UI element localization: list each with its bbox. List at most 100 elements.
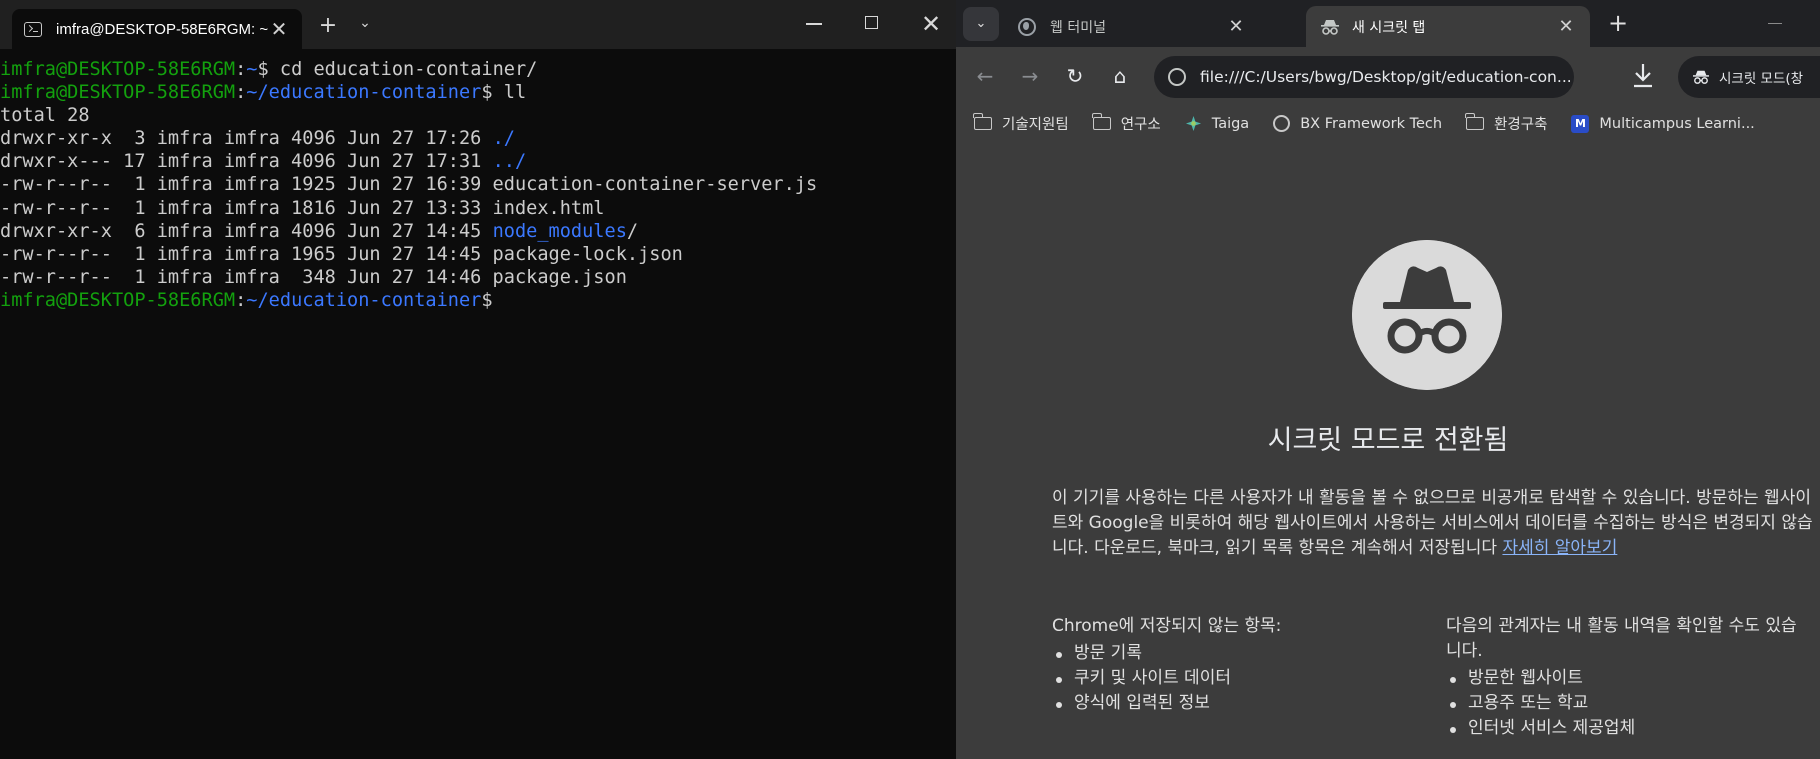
terminal-text: imfra@DESKTOP-58E6RGM <box>0 59 236 80</box>
terminal-line: imfra@DESKTOP-58E6RGM:~/education-contai… <box>0 81 956 104</box>
bookmark-label: 환경구축 <box>1494 117 1548 133</box>
not-saved-list: 방문 기록 쿠키 및 사이트 데이터 양식에 입력된 정보 <box>1052 641 1412 716</box>
minimize-button[interactable] <box>1768 23 1782 24</box>
incognito-icon <box>1352 240 1502 390</box>
new-tab-button[interactable]: + <box>316 13 340 38</box>
bookmark-label: Multicampus Learni... <box>1599 115 1755 132</box>
bookmark-research-lab[interactable]: 연구소 <box>1091 113 1161 134</box>
bookmark-bx-framework[interactable]: BX Framework Tech <box>1273 115 1442 132</box>
back-button[interactable]: ← <box>972 63 998 89</box>
terminal-text: : <box>235 59 247 80</box>
terminal-line: total 28 <box>0 104 956 127</box>
bookmark-multicampus[interactable]: M Multicampus Learni... <box>1571 114 1755 133</box>
download-icon[interactable] <box>1630 61 1656 91</box>
terminal-text: node_modules <box>492 220 627 242</box>
tab-title: 웹 터미널 <box>1050 19 1106 36</box>
terminal-text: -rw-r--r-- 1 imfra imfra 1965 Jun 27 14:… <box>0 243 683 265</box>
terminal-text: ~/education-container <box>246 289 482 311</box>
learn-more-link[interactable]: 자세히 알아보기 <box>1502 538 1617 558</box>
minimize-button[interactable] <box>806 23 822 25</box>
list-item: 인터넷 서비스 제공업체 <box>1446 716 1812 741</box>
terminal-text: $ ll <box>481 82 527 104</box>
list-item: 고용주 또는 학교 <box>1446 691 1812 716</box>
bookmark-env-setup[interactable]: 환경구축 <box>1465 113 1548 134</box>
bookmark-taiga[interactable]: Taiga <box>1185 115 1249 132</box>
list-item: 쿠키 및 사이트 데이터 <box>1052 666 1412 691</box>
terminal-text: : <box>235 289 247 311</box>
terminal-icon <box>24 21 42 37</box>
close-tab-icon[interactable]: ✕ <box>268 19 290 39</box>
terminal-line: -rw-r--r-- 1 imfra imfra 1925 Jun 27 16:… <box>0 173 956 196</box>
list-item: 양식에 입력된 정보 <box>1052 691 1412 716</box>
folder-icon <box>973 113 992 130</box>
terminal-tab-title: imfra@DESKTOP-58E6RGM: ~ <box>56 20 268 38</box>
terminal-line: -rw-r--r-- 1 imfra imfra 348 Jun 27 14:4… <box>0 266 956 289</box>
tab-title: 새 시크릿 탭 <box>1352 19 1426 36</box>
description-text: 이 기기를 사용하는 다른 사용자가 내 활동을 볼 수 없으므로 비공개로 탐… <box>1052 488 1813 558</box>
terminal-line: drwxr-xr-x 6 imfra imfra 4096 Jun 27 14:… <box>0 220 956 243</box>
address-bar[interactable]: file:///C:/Users/bwg/Desktop/git/educati… <box>1154 56 1574 98</box>
terminal-line: -rw-r--r-- 1 imfra imfra 1965 Jun 27 14:… <box>0 243 956 266</box>
terminal-text: ~ <box>246 59 258 80</box>
bookmark-label: 기술지원팀 <box>1002 117 1069 133</box>
terminal-tab[interactable]: imfra@DESKTOP-58E6RGM: ~ ✕ <box>12 9 302 49</box>
terminal-text: ~/education-container <box>246 82 482 104</box>
tab-search-button[interactable]: ⌄ <box>963 7 999 41</box>
page-title: 시크릿 모드로 전환됨 <box>1267 425 1509 456</box>
home-button[interactable]: ⌂ <box>1107 63 1133 89</box>
terminal-text: : <box>235 82 247 104</box>
terminal-text: total 28 <box>0 105 90 127</box>
incognito-indicator[interactable]: 시크릿 모드(창 <box>1678 56 1820 98</box>
terminal-output[interactable]: imfra@DESKTOP-58E6RGM:~$ cd education-co… <box>0 58 956 758</box>
terminal-text: ./ <box>492 128 515 150</box>
terminal-text: drwxr-xr-x 3 imfra imfra 4096 Jun 27 17:… <box>0 128 493 150</box>
terminal-titlebar: imfra@DESKTOP-58E6RGM: ~ ✕ + ⌄ ✕ <box>0 0 956 49</box>
folder-icon <box>1465 113 1485 130</box>
terminal-text: drwxr-x--- 17 imfra imfra 4096 Jun 27 17… <box>0 151 493 173</box>
bookmark-label: Taiga <box>1211 115 1250 132</box>
terminal-line: drwxr-xr-x 3 imfra imfra 4096 Jun 27 17:… <box>0 127 956 150</box>
tab-strip: ⌄ 웹 터미널 ✕ 새 시크릿 탭 ✕ + <box>956 0 1820 47</box>
terminal-window: imfra@DESKTOP-58E6RGM: ~ ✕ + ⌄ ✕ imfra@D… <box>0 0 956 759</box>
toolbar: ← → ↻ ⌂ file:///C:/Users/bwg/Desktop/git… <box>956 47 1820 105</box>
visible-to-list: 방문한 웹사이트 고용주 또는 학교 인터넷 서비스 제공업체 <box>1446 666 1812 741</box>
incognito-page: 시크릿 모드로 전환됨 이 기기를 사용하는 다른 사용자가 내 활동을 볼 수… <box>956 142 1820 759</box>
site-info-icon[interactable] <box>1168 68 1186 86</box>
folder-icon <box>1091 113 1111 130</box>
incognito-icon <box>1693 70 1709 84</box>
terminal-text: -rw-r--r-- 1 imfra imfra 1816 Jun 27 13:… <box>0 197 605 219</box>
incognito-description: 이 기기를 사용하는 다른 사용자가 내 활동을 볼 수 없으므로 비공개로 탐… <box>1052 486 1814 561</box>
not-saved-heading: Chrome에 저장되지 않는 항목: <box>1052 616 1282 636</box>
terminal-text: imfra@DESKTOP-58E6RGM <box>0 82 236 104</box>
multicampus-icon: M <box>1571 114 1590 133</box>
not-saved-section: Chrome에 저장되지 않는 항목: 방문 기록 쿠키 및 사이트 데이터 양… <box>1052 614 1412 716</box>
terminal-text: drwxr-xr-x 6 imfra imfra 4096 Jun 27 14:… <box>0 220 493 242</box>
bookmark-tech-support[interactable]: 기술지원팀 <box>973 113 1069 134</box>
close-tab-icon[interactable]: ✕ <box>1556 16 1576 37</box>
terminal-line: imfra@DESKTOP-58E6RGM:~$ cd education-co… <box>0 58 956 81</box>
incognito-label: 시크릿 모드(창 <box>1719 71 1804 87</box>
terminal-text: $ <box>481 289 493 311</box>
tab-new-incognito[interactable]: 새 시크릿 탭 ✕ <box>1306 6 1590 47</box>
visible-to-heading: 다음의 관계자는 내 활동 내역을 확인할 수도 있습니다. <box>1446 616 1797 661</box>
list-item: 방문한 웹사이트 <box>1446 666 1812 691</box>
terminal-text: -rw-r--r-- 1 imfra imfra 1925 Jun 27 16:… <box>0 174 818 196</box>
bookmark-label: BX Framework Tech <box>1300 115 1443 132</box>
globe-icon <box>1273 115 1291 132</box>
terminal-text: ../ <box>492 151 527 173</box>
maximize-button[interactable] <box>865 16 878 29</box>
forward-button[interactable]: → <box>1017 63 1043 89</box>
new-tab-button[interactable]: + <box>1608 9 1628 37</box>
list-item: 방문 기록 <box>1052 641 1412 666</box>
chevron-down-icon[interactable]: ⌄ <box>355 15 375 31</box>
taiga-icon <box>1185 115 1201 132</box>
terminal-line: -rw-r--r-- 1 imfra imfra 1816 Jun 27 13:… <box>0 197 956 220</box>
visible-to-section: 다음의 관계자는 내 활동 내역을 확인할 수도 있습니다. 방문한 웹사이트 … <box>1446 614 1812 741</box>
reload-button[interactable]: ↻ <box>1062 63 1088 89</box>
url-text[interactable]: file:///C:/Users/bwg/Desktop/git/educati… <box>1200 68 1572 86</box>
close-tab-icon[interactable]: ✕ <box>1226 16 1246 37</box>
incognito-icon <box>1321 19 1339 35</box>
bookmark-label: 연구소 <box>1120 117 1161 133</box>
close-window-button[interactable]: ✕ <box>918 10 944 38</box>
tab-web-terminal[interactable]: 웹 터미널 ✕ <box>1004 6 1260 47</box>
